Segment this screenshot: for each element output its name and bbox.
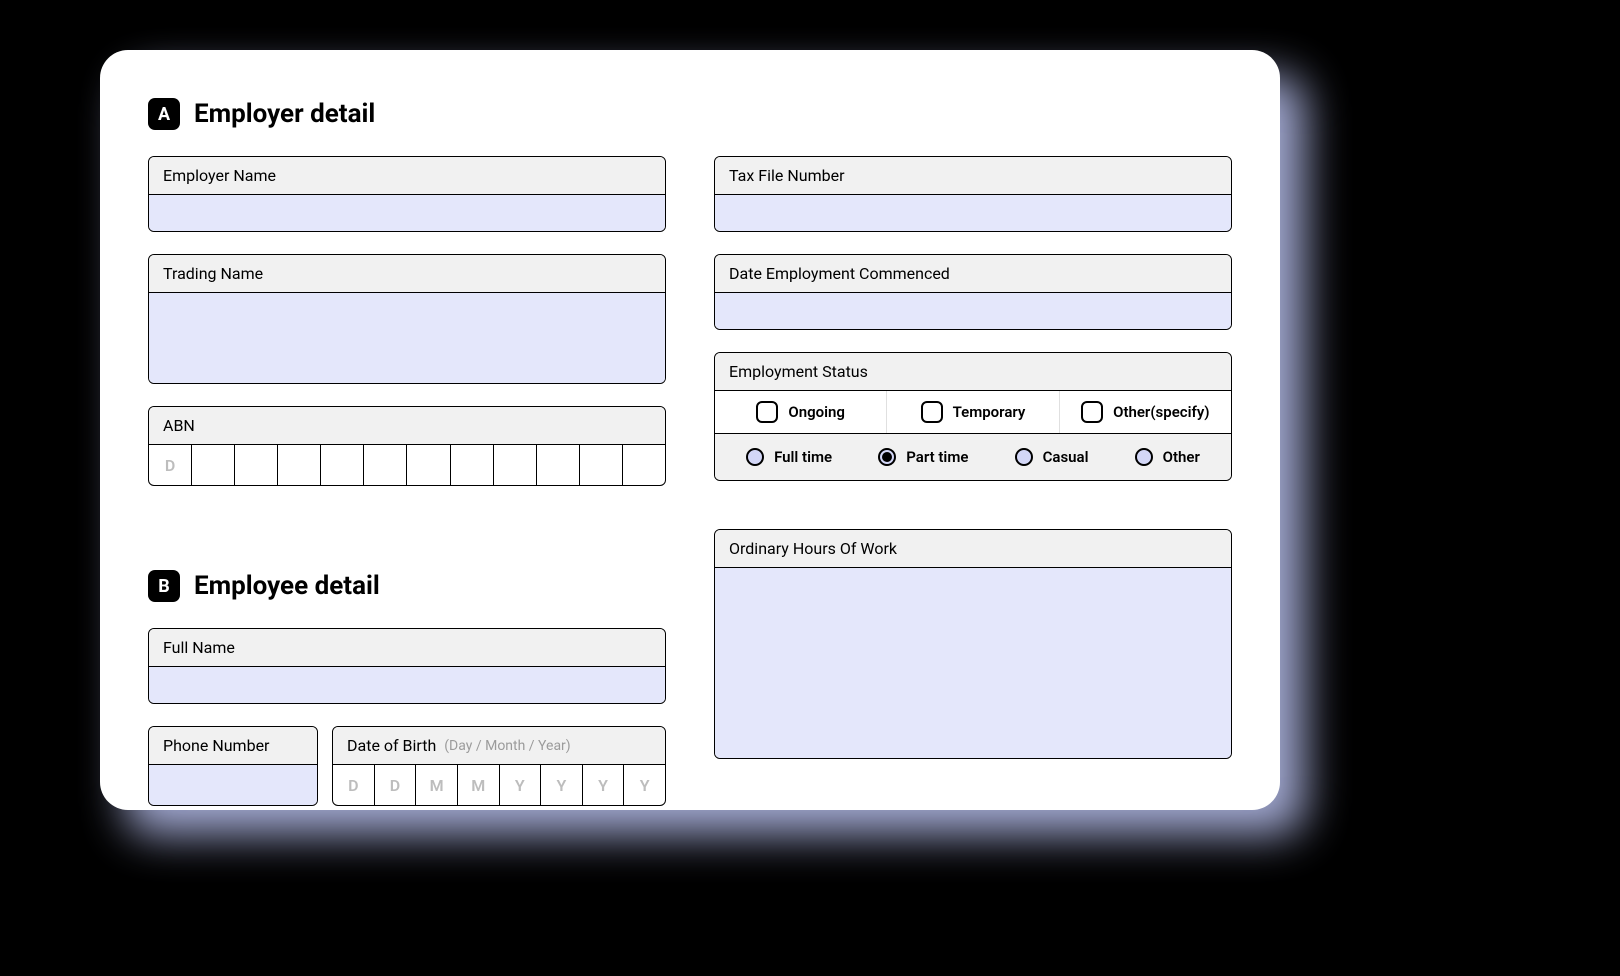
left-column: A Employer detail Employer Name Trading … bbox=[148, 98, 666, 806]
employment-status-field: Employment Status Ongoing Temporary O bbox=[714, 352, 1232, 481]
checkbox-icon bbox=[756, 401, 778, 423]
check-ongoing[interactable]: Ongoing bbox=[715, 391, 887, 433]
radio-part-time[interactable]: Part time bbox=[878, 448, 968, 466]
phone-label: Phone Number bbox=[149, 727, 317, 765]
radio-other-time-label: Other bbox=[1163, 448, 1200, 466]
dob-hint: (Day / Month / Year) bbox=[444, 738, 570, 754]
check-temporary-label: Temporary bbox=[953, 403, 1026, 421]
full-name-label: Full Name bbox=[149, 629, 665, 667]
phone-field: Phone Number bbox=[148, 726, 318, 806]
radio-icon bbox=[878, 448, 896, 466]
check-temporary[interactable]: Temporary bbox=[887, 391, 1059, 433]
abn-cell[interactable] bbox=[321, 445, 364, 485]
radio-icon bbox=[1015, 448, 1033, 466]
date-commenced-input[interactable] bbox=[715, 293, 1231, 329]
abn-cell[interactable] bbox=[364, 445, 407, 485]
dob-cell[interactable]: Y bbox=[624, 765, 665, 805]
abn-cell[interactable] bbox=[278, 445, 321, 485]
date-commenced-label: Date Employment Commenced bbox=[715, 255, 1231, 293]
abn-cell[interactable] bbox=[580, 445, 623, 485]
abn-field: ABN D bbox=[148, 406, 666, 486]
abn-cell[interactable] bbox=[407, 445, 450, 485]
right-column: Tax File Number Date Employment Commence… bbox=[714, 98, 1232, 806]
dob-cell[interactable]: Y bbox=[583, 765, 625, 805]
dob-cell[interactable]: D bbox=[333, 765, 375, 805]
trading-name-field: Trading Name bbox=[148, 254, 666, 384]
employer-name-field: Employer Name bbox=[148, 156, 666, 232]
trading-name-input[interactable] bbox=[149, 293, 665, 383]
checkbox-icon bbox=[921, 401, 943, 423]
radio-full-time-label: Full time bbox=[774, 448, 832, 466]
employer-name-input[interactable] bbox=[149, 195, 665, 231]
dob-cell[interactable]: Y bbox=[541, 765, 583, 805]
abn-cell[interactable] bbox=[235, 445, 278, 485]
radio-full-time[interactable]: Full time bbox=[746, 448, 832, 466]
abn-cell[interactable] bbox=[623, 445, 665, 485]
ordinary-hours-input[interactable] bbox=[715, 568, 1231, 758]
abn-cell[interactable] bbox=[192, 445, 235, 485]
radio-casual[interactable]: Casual bbox=[1015, 448, 1089, 466]
abn-cell[interactable] bbox=[537, 445, 580, 485]
tfn-label: Tax File Number bbox=[715, 157, 1231, 195]
checkbox-icon bbox=[1081, 401, 1103, 423]
dob-field: Date of Birth (Day / Month / Year) D D M… bbox=[332, 726, 666, 806]
abn-label: ABN bbox=[149, 407, 665, 445]
tfn-field: Tax File Number bbox=[714, 156, 1232, 232]
full-name-input[interactable] bbox=[149, 667, 665, 703]
full-name-field: Full Name bbox=[148, 628, 666, 704]
tfn-input[interactable] bbox=[715, 195, 1231, 231]
section-b-title: Employee detail bbox=[194, 571, 380, 601]
section-a-title: Employer detail bbox=[194, 99, 375, 129]
dob-cells[interactable]: D D M M Y Y Y Y bbox=[333, 765, 665, 805]
check-other-label: Other(specify) bbox=[1113, 403, 1209, 421]
check-ongoing-label: Ongoing bbox=[788, 403, 845, 421]
dob-cell[interactable]: M bbox=[416, 765, 458, 805]
abn-cell[interactable] bbox=[451, 445, 494, 485]
trading-name-label: Trading Name bbox=[149, 255, 665, 293]
form-card: A Employer detail Employer Name Trading … bbox=[100, 50, 1280, 810]
radio-icon bbox=[746, 448, 764, 466]
ordinary-hours-field: Ordinary Hours Of Work bbox=[714, 529, 1232, 759]
section-b-header: B Employee detail bbox=[148, 570, 666, 602]
dob-label-text: Date of Birth bbox=[347, 736, 436, 755]
dob-label: Date of Birth (Day / Month / Year) bbox=[333, 727, 665, 765]
radio-other-time[interactable]: Other bbox=[1135, 448, 1200, 466]
dob-cell[interactable]: D bbox=[375, 765, 417, 805]
dob-cell[interactable]: M bbox=[458, 765, 500, 805]
section-a-badge: A bbox=[148, 98, 180, 130]
date-commenced-field: Date Employment Commenced bbox=[714, 254, 1232, 330]
ordinary-hours-label: Ordinary Hours Of Work bbox=[715, 530, 1231, 568]
radio-icon bbox=[1135, 448, 1153, 466]
abn-cell[interactable]: D bbox=[149, 445, 192, 485]
abn-cells[interactable]: D bbox=[149, 445, 665, 485]
phone-input[interactable] bbox=[149, 765, 317, 805]
radio-part-time-label: Part time bbox=[906, 448, 968, 466]
radio-casual-label: Casual bbox=[1043, 448, 1089, 466]
check-other[interactable]: Other(specify) bbox=[1060, 391, 1231, 433]
abn-cell[interactable] bbox=[494, 445, 537, 485]
dob-cell[interactable]: Y bbox=[500, 765, 542, 805]
section-b-badge: B bbox=[148, 570, 180, 602]
employer-name-label: Employer Name bbox=[149, 157, 665, 195]
employment-status-label: Employment Status bbox=[715, 353, 1231, 391]
section-a-header: A Employer detail bbox=[148, 98, 666, 130]
